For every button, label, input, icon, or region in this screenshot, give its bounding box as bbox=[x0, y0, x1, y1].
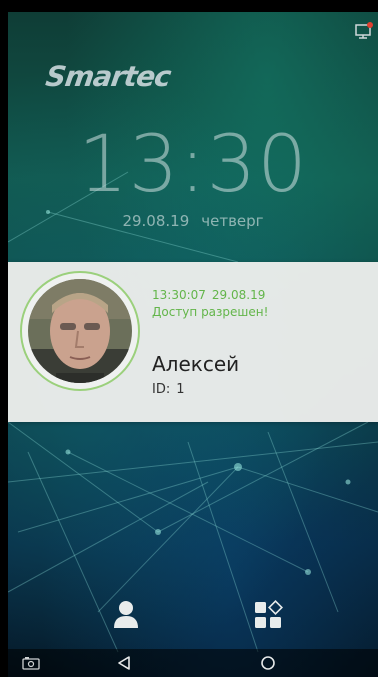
recognition-card: 13:30:07 29.08.19 Доступ разрешен! Алексе… bbox=[8, 262, 378, 422]
clock-weekday: четверг bbox=[201, 212, 264, 230]
avatar-ring bbox=[20, 271, 140, 391]
monitor-alert-icon[interactable] bbox=[354, 20, 374, 40]
device-frame: Smartec 13:30 29.08.19 четверг 13:30:07 … bbox=[0, 0, 378, 677]
person-id-label: ID: bbox=[152, 382, 171, 397]
kiosk-screen: Smartec 13:30 29.08.19 четверг 13:30:07 … bbox=[8, 12, 378, 677]
recognition-meta: 13:30:07 29.08.19 Доступ разрешен! bbox=[152, 288, 268, 319]
recognition-date: 29.08.19 bbox=[211, 288, 266, 302]
face-photo bbox=[28, 279, 132, 383]
smartec-logo: Smartec bbox=[43, 60, 173, 93]
back-triangle-icon[interactable] bbox=[116, 655, 132, 671]
recognition-timestamp: 13:30:07 29.08.19 bbox=[152, 288, 268, 302]
clock-date-row: 29.08.19 четверг bbox=[8, 212, 378, 230]
person-id: ID: 1 bbox=[152, 382, 185, 397]
recognition-time: 13:30:07 bbox=[152, 288, 206, 302]
screenshot-camera-icon[interactable] bbox=[22, 656, 40, 670]
clock-date: 29.08.19 bbox=[122, 212, 190, 230]
apps-grid-icon[interactable] bbox=[252, 599, 284, 631]
access-status: Доступ разрешен! bbox=[152, 305, 269, 319]
person-name: Алексей bbox=[152, 352, 240, 376]
avatar bbox=[28, 279, 132, 383]
home-circle-icon[interactable] bbox=[260, 655, 276, 671]
clock-time: 13:30 bbox=[78, 120, 308, 210]
person-id-value: 1 bbox=[176, 382, 185, 397]
system-nav-bar bbox=[8, 649, 378, 677]
bottom-actions bbox=[8, 597, 378, 637]
user-icon[interactable] bbox=[112, 599, 140, 629]
